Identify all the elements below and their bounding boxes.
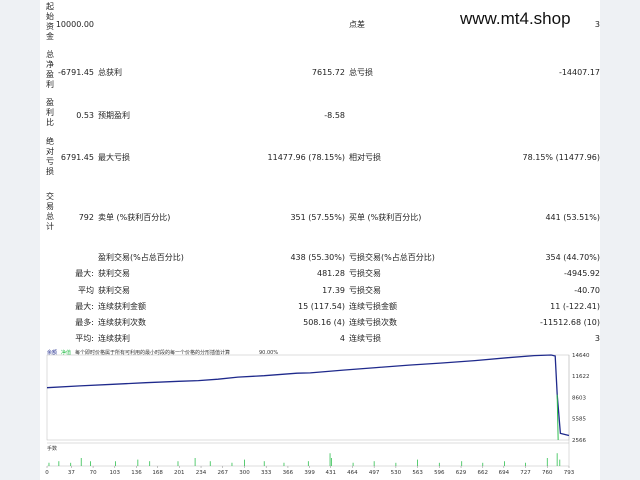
x-tick-label: 333	[261, 470, 272, 476]
initial-deposit-value: 10000.00	[55, 20, 94, 29]
loss-trades-value: 354 (44.70%)	[545, 253, 600, 262]
x-tick-label: 431	[325, 470, 336, 476]
max-consecutive-losses-value: 11 (-122.41)	[550, 302, 600, 311]
x-tick-label: 727	[520, 470, 531, 476]
maximal-consecutive-profit-value: 508.16 (4)	[303, 318, 345, 327]
expected-payoff-label: 预期盈利	[98, 111, 130, 120]
x-tick-label: 760	[542, 470, 553, 476]
profit-trades-label: 盈利交易(%占总百分比)	[98, 253, 184, 262]
x-tick-label: 0	[45, 470, 49, 476]
x-tick-label: 464	[347, 470, 358, 476]
average-profit-value: 17.39	[322, 286, 345, 295]
max-drawdown-label: 最大亏损	[98, 153, 130, 162]
average-profit-label: 获利交易	[98, 286, 130, 295]
relative-drawdown-label: 相对亏损	[349, 153, 381, 162]
total-trades-value: 792	[78, 213, 94, 222]
x-tick-label: 267	[218, 470, 229, 476]
balance-chart-panel: 余额 净值 每个即时价格属于所有可利用的最小时段的每一个价格的分形插值计算 90.00…	[45, 346, 600, 480]
gross-profit-value: 7615.72	[311, 68, 345, 77]
profit-trades-value: 438 (55.30%)	[290, 253, 345, 262]
x-tick-label: 563	[412, 470, 423, 476]
x-tick-label: 136	[131, 470, 142, 476]
y-tick-label: 8603	[572, 396, 586, 402]
x-tick-label: 694	[499, 470, 510, 476]
long-positions-label: 买单 (%获利百分比)	[349, 213, 422, 222]
maximal-consecutive-loss-label: 连续亏损次数	[349, 318, 397, 327]
gross-loss-label: 总亏损	[349, 68, 373, 77]
x-tick-label: 497	[369, 470, 380, 476]
total-net-profit-value: -6791.45	[58, 68, 94, 77]
short-positions-value: 351 (57.55%)	[290, 213, 345, 222]
max-consecutive-prefix: 最大:	[75, 302, 94, 311]
short-positions-label: 卖单 (%获利百分比)	[98, 213, 171, 222]
x-tick-label: 793	[564, 470, 575, 476]
x-tick-label: 37	[68, 470, 75, 476]
x-tick-label: 530	[391, 470, 402, 476]
largest-prefix: 最大:	[75, 269, 94, 278]
x-tick-label: 366	[283, 470, 294, 476]
largest-loss-value: -4945.92	[564, 269, 600, 278]
avg-consecutive-losses-value: 3	[594, 334, 600, 343]
avg-consecutive-wins-label: 连续获利	[98, 334, 130, 343]
relative-drawdown-value: 78.15% (11477.96)	[522, 153, 600, 162]
largest-profit-label: 获利交易	[98, 269, 130, 278]
spread-label: 点差	[349, 20, 365, 29]
y-tick-label: 11622	[572, 374, 590, 380]
maximal-consecutive-loss-value: -11512.68 (10)	[539, 318, 600, 327]
gross-profit-label: 总获利	[98, 68, 122, 77]
x-tick-label: 596	[434, 470, 445, 476]
max-consecutive-wins-value: 15 (117.54)	[298, 302, 345, 311]
average-loss-label: 亏损交易	[349, 286, 381, 295]
average-prefix: 平均	[78, 286, 94, 295]
x-tick-label: 399	[304, 470, 315, 476]
absolute-drawdown-value: 6791.45	[60, 153, 94, 162]
x-tick-label: 300	[239, 470, 250, 476]
avg-consecutive-wins-value: 4	[339, 334, 345, 343]
maximal-consecutive-prefix: 最多:	[75, 318, 94, 327]
total-trades-label: 交易总计	[46, 192, 54, 231]
x-tick-label: 662	[478, 470, 489, 476]
x-tick-label: 168	[152, 470, 163, 476]
watermark-text: www.mt4.shop	[460, 9, 571, 28]
largest-profit-value: 481.28	[317, 269, 345, 278]
average-loss-value: -40.70	[574, 286, 600, 295]
max-consecutive-wins-label: 连续获利金额	[98, 302, 146, 311]
gross-loss-value: -14407.17	[558, 68, 600, 77]
long-positions-value: 441 (53.51%)	[545, 213, 600, 222]
x-tick-label: 70	[90, 470, 97, 476]
volume-label: 手数	[47, 445, 57, 452]
max-consecutive-losses-label: 连续亏损金额	[349, 302, 397, 311]
loss-trades-label: 亏损交易(%占总百分比)	[349, 253, 435, 262]
profit-factor-value: 0.53	[76, 111, 94, 120]
y-tick-label: 5585	[572, 417, 586, 423]
largest-loss-label: 亏损交易	[349, 269, 381, 278]
x-tick-label: 103	[110, 470, 121, 476]
balance-chart: 余额 净值 每个即时价格属于所有可利用的最小时段的每一个价格的分形插值计算 90.00…	[45, 346, 600, 480]
x-tick-label: 201	[174, 470, 185, 476]
avg-consecutive-losses-label: 连续亏损	[349, 334, 381, 343]
y-tick-label: 14640	[572, 353, 590, 359]
y-tick-label: 2566	[572, 438, 586, 444]
maximal-consecutive-profit-label: 连续获利次数	[98, 318, 146, 327]
x-tick-label: 629	[456, 470, 467, 476]
x-tick-label: 234	[196, 470, 207, 476]
max-drawdown-value: 11477.96 (78.15%)	[267, 153, 345, 162]
expected-payoff-value: -8.58	[324, 111, 345, 120]
avg-consecutive-prefix: 平均:	[75, 334, 94, 343]
